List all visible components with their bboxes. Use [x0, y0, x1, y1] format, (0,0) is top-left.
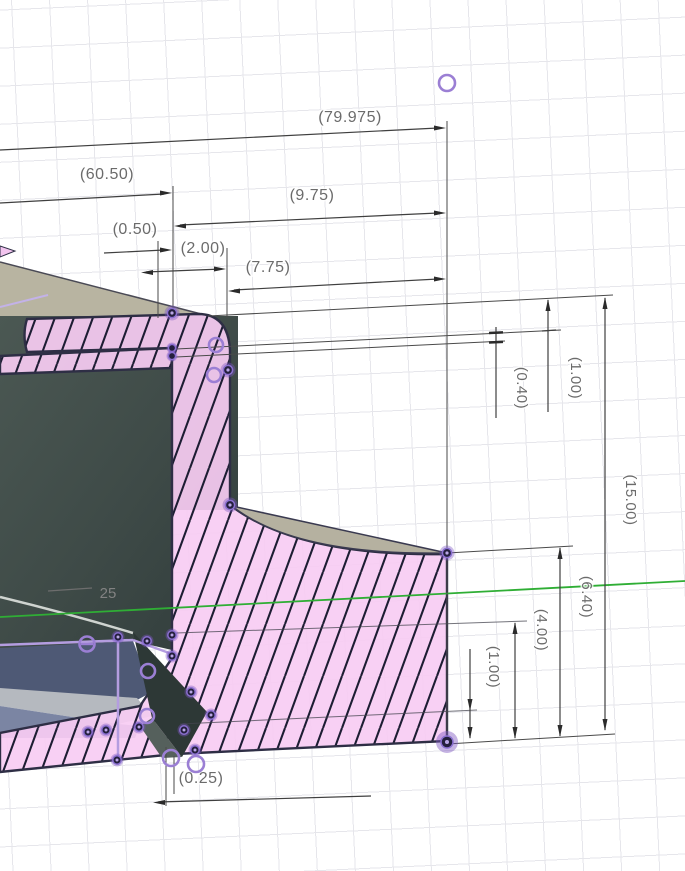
- arrow-up-icon: [545, 299, 551, 311]
- arrow-right-icon: [434, 276, 446, 282]
- arrow-down-icon: [467, 727, 473, 739]
- dim-label[interactable]: (4.00): [532, 607, 552, 652]
- arrow-right-icon: [160, 247, 172, 253]
- dim-label[interactable]: (6.40): [577, 574, 597, 619]
- dim-bottom-chamfer[interactable]: (0.25): [153, 769, 372, 805]
- dim-total-height[interactable]: (15.00): [602, 297, 641, 731]
- dim-top-step-height[interactable]: (1.00): [541, 299, 586, 412]
- dim-line: [0, 127, 439, 151]
- dim-mid-height[interactable]: (4.00): [512, 607, 552, 739]
- dim-label[interactable]: (7.75): [244, 258, 291, 278]
- arrow-up-icon: [602, 297, 608, 309]
- arrow-left-icon: [228, 288, 240, 294]
- vertex-dot[interactable]: [177, 723, 191, 737]
- ext-line-flange-top: [446, 545, 574, 554]
- vertex-dot[interactable]: [439, 545, 455, 561]
- dim-bottom-step-height[interactable]: (1.00): [467, 644, 504, 739]
- sketch-point-icon[interactable]: [437, 73, 457, 93]
- arrow-left-icon: [153, 800, 165, 805]
- dim-label[interactable]: (60.50): [78, 165, 135, 185]
- arrow-down-icon: [512, 727, 518, 739]
- dim-label[interactable]: (79.975): [317, 108, 383, 128]
- dim-label[interactable]: (1.00): [484, 644, 504, 689]
- arrow-right-icon: [160, 190, 172, 196]
- dim-line: [179, 212, 439, 226]
- dim-line: [157, 795, 372, 803]
- arrow-down-icon: [602, 719, 608, 731]
- dim-line: [0, 193, 165, 204]
- arrow-right-icon: [434, 210, 446, 216]
- vertex-dot[interactable]: [99, 723, 113, 737]
- dim-step-width[interactable]: (0.50): [103, 220, 172, 254]
- dim-line: [103, 249, 165, 254]
- vertex-dot[interactable]: [165, 628, 179, 642]
- far-rim-sliver: [0, 245, 17, 258]
- dim-flange-height[interactable]: (6.40): [557, 547, 597, 737]
- ext-line-top-face: [207, 294, 614, 317]
- arrow-right-icon: [214, 266, 226, 272]
- vertex-dot[interactable]: [204, 708, 218, 722]
- vertex-dot[interactable]: [165, 649, 179, 663]
- dim-top-minor-height[interactable]: (0.40): [488, 327, 532, 418]
- dim-right-width[interactable]: (9.75): [174, 186, 446, 229]
- dim-overall-width[interactable]: (79.975): [0, 108, 446, 151]
- vertex-dot[interactable]: [110, 753, 124, 767]
- dim-shelf-width[interactable]: (7.75): [228, 258, 446, 294]
- dim-label-clipped[interactable]: 25: [100, 585, 117, 602]
- vertex-dot-large[interactable]: [436, 731, 458, 753]
- vertex-dot[interactable]: [188, 743, 202, 757]
- ext-line-bottom: [446, 733, 616, 745]
- dim-neck-width[interactable]: (2.00): [141, 239, 226, 275]
- vertex-dot[interactable]: [222, 497, 238, 513]
- vertex-dot[interactable]: [140, 634, 154, 648]
- dim-label[interactable]: (0.40): [512, 365, 532, 410]
- arrow-left-icon: [141, 270, 153, 275]
- vertex-dot[interactable]: [220, 362, 236, 378]
- arrow-down-icon: [557, 725, 563, 737]
- dim-line: [145, 268, 223, 273]
- arrow-right-icon: [434, 125, 446, 131]
- dim-label[interactable]: (2.00): [179, 239, 226, 259]
- vertex-dot[interactable]: [111, 630, 125, 644]
- arrow-up-icon: [557, 547, 563, 559]
- dim-tick: [488, 340, 504, 344]
- vertex-dot[interactable]: [164, 305, 180, 321]
- dim-tick: [488, 331, 504, 335]
- dim-label[interactable]: (9.75): [288, 186, 335, 206]
- vertex-dot[interactable]: [81, 725, 95, 739]
- vertex-dot[interactable]: [166, 350, 178, 362]
- cad-viewport[interactable]: (79.975) (60.50) (9.75) (0.50) (2.00) (7…: [0, 0, 685, 871]
- arrow-down-icon: [467, 699, 473, 711]
- arrow-left-icon: [174, 223, 186, 229]
- dim-label[interactable]: (1.00): [566, 355, 586, 400]
- vertex-dot[interactable]: [184, 685, 198, 699]
- arrow-up-icon: [512, 622, 518, 634]
- dim-label[interactable]: (15.00): [621, 473, 641, 527]
- dim-line: [233, 278, 439, 291]
- dim-label[interactable]: (0.50): [111, 220, 158, 240]
- dim-label[interactable]: (0.25): [177, 769, 224, 789]
- dim-left-width[interactable]: (60.50): [0, 165, 172, 204]
- section-view-canvas: (79.975) (60.50) (9.75) (0.50) (2.00) (7…: [0, 73, 685, 806]
